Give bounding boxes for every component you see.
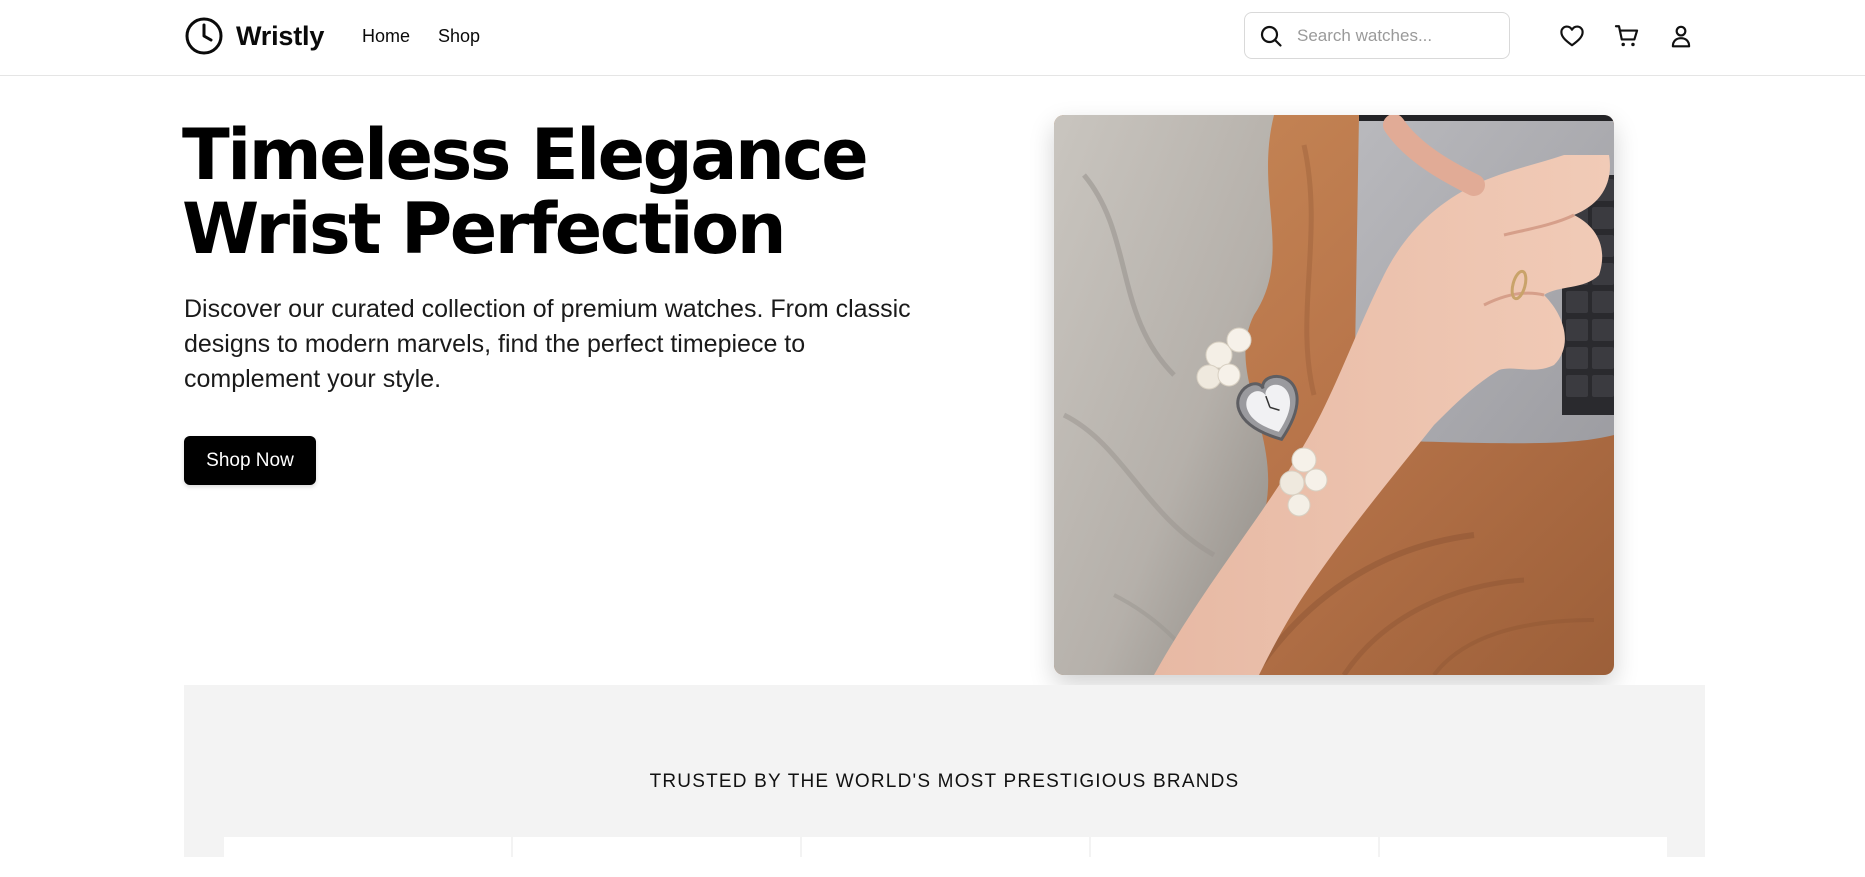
search-input[interactable] — [1295, 24, 1495, 47]
hero-description: Discover our curated collection of premi… — [184, 295, 911, 393]
nav-link-home[interactable]: Home — [362, 24, 410, 48]
nav-link-shop[interactable]: Shop — [438, 24, 480, 48]
wishlist-button[interactable] — [1558, 22, 1586, 50]
brand-card[interactable] — [802, 837, 1089, 877]
brand-name: Wristly — [236, 20, 325, 51]
wrist-watch-photo — [1054, 115, 1614, 675]
brand-card[interactable] — [224, 837, 511, 877]
brand-card[interactable] — [1091, 837, 1378, 877]
clock-icon — [185, 17, 223, 55]
brand-logo-link[interactable]: Wristly — [184, 16, 324, 56]
brand-card[interactable] — [513, 837, 800, 877]
brands-heading: TRUSTED BY THE WORLD'S MOST PRESTIGIOUS … — [649, 771, 1240, 792]
navbar: Wristly Home Shop — [0, 0, 1865, 76]
hero-image — [1054, 115, 1614, 675]
main-nav: Home Shop — [362, 24, 480, 48]
hero-title-line-2: Wrist Perfection — [182, 188, 787, 270]
search-icon — [1260, 25, 1282, 47]
hero-title-line-1: Timeless Elegance — [182, 114, 869, 196]
brand-card[interactable] — [1380, 837, 1667, 877]
shop-now-button[interactable]: Shop Now — [184, 436, 316, 485]
brands-section: TRUSTED BY THE WORLD'S MOST PRESTIGIOUS … — [184, 685, 1705, 877]
hero-title: Timeless Elegance Wrist Perfection — [182, 114, 869, 270]
heart-icon — [1560, 25, 1584, 47]
brand-cards — [224, 837, 1667, 877]
cart-button[interactable] — [1613, 22, 1641, 50]
search-box[interactable] — [1244, 12, 1510, 59]
user-icon — [1671, 25, 1691, 48]
cart-icon — [1614, 25, 1639, 47]
account-button[interactable] — [1667, 22, 1695, 50]
